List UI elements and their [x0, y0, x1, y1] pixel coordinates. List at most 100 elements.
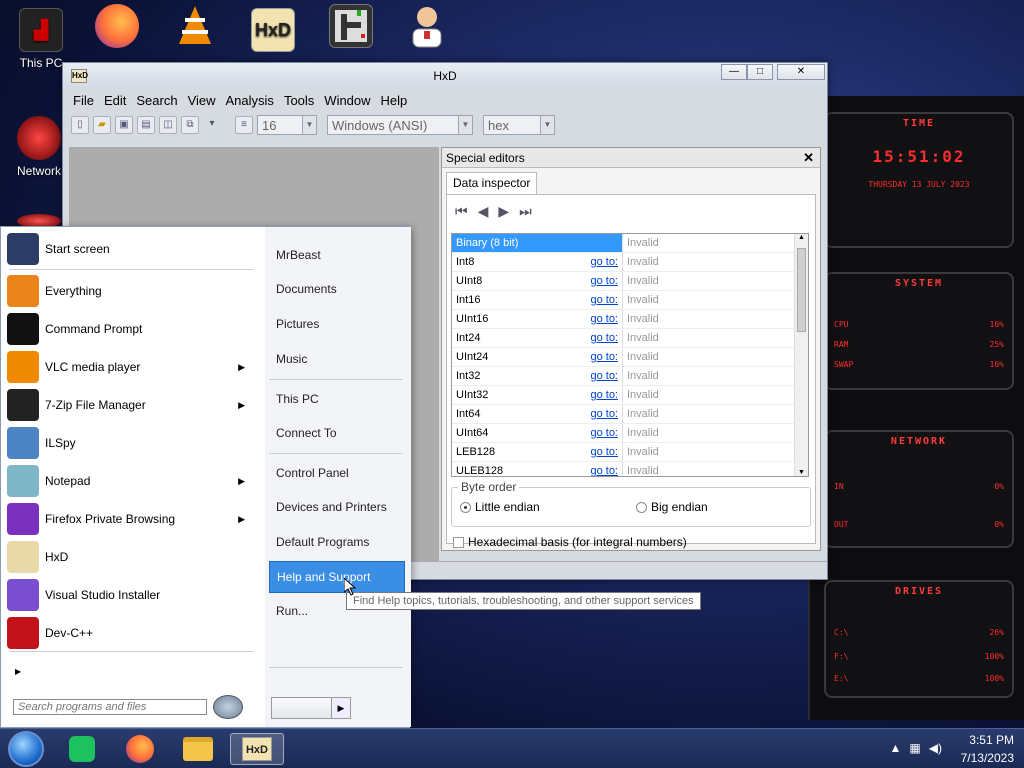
goto-link[interactable]: go to:: [582, 443, 622, 461]
table-row[interactable]: ULEB128 go to: Invalid: [452, 462, 808, 476]
minimize-button[interactable]: —: [721, 64, 747, 80]
taskbar-firefox[interactable]: [118, 733, 162, 765]
disk-icon[interactable]: ▤: [137, 116, 155, 134]
table-row[interactable]: Int8 go to: Invalid: [452, 253, 808, 272]
goto-link[interactable]: go to:: [582, 310, 622, 328]
start-menu-item[interactable]: Visual Studio Installer: [7, 577, 255, 613]
table-row[interactable]: Int16 go to: Invalid: [452, 291, 808, 310]
goto-link[interactable]: go to:: [582, 405, 622, 423]
ram-icon[interactable]: ◫: [159, 116, 177, 134]
first-icon[interactable]: ⏮: [455, 203, 468, 220]
goto-link[interactable]: go to:: [582, 291, 622, 309]
goto-link[interactable]: go to:: [582, 462, 622, 476]
table-row[interactable]: UInt32 go to: Invalid: [452, 386, 808, 405]
big-endian-radio[interactable]: Big endian: [636, 500, 708, 514]
desktop-icon-this-pc[interactable]: ▟ This PC: [6, 8, 76, 70]
menu-file[interactable]: File: [73, 93, 94, 108]
menu-search[interactable]: Search: [136, 93, 177, 108]
close-icon[interactable]: ✕: [803, 150, 814, 166]
charset-select[interactable]: Windows (ANSI) ▼: [327, 115, 473, 135]
start-menu-link[interactable]: Documents: [269, 273, 405, 305]
little-endian-radio[interactable]: Little endian: [460, 500, 540, 514]
table-row[interactable]: Int64 go to: Invalid: [452, 405, 808, 424]
network-icon[interactable]: ▦: [909, 741, 920, 755]
desktop-icon-hxd[interactable]: HxD: [238, 8, 308, 56]
table-row[interactable]: Int24 go to: Invalid: [452, 329, 808, 348]
scroll-down-icon[interactable]: ▼: [795, 469, 808, 476]
search-input[interactable]: [13, 699, 207, 715]
start-menu-item[interactable]: ILSpy: [7, 425, 255, 461]
scroll-thumb[interactable]: [797, 248, 806, 332]
bytes-per-row-select[interactable]: 16 ▼: [257, 115, 317, 135]
clock[interactable]: 3:51 PM 7/13/2023: [961, 731, 1014, 767]
desktop-icon-doctor[interactable]: [392, 4, 462, 52]
taskbar-notes[interactable]: [60, 733, 104, 765]
start-menu-link[interactable]: Music: [269, 343, 405, 375]
desktop-icon-firefox[interactable]: [82, 4, 152, 52]
start-menu-link[interactable]: This PC: [269, 383, 405, 415]
table-row[interactable]: UInt24 go to: Invalid: [452, 348, 808, 367]
start-menu-item[interactable]: Start screen: [7, 231, 255, 267]
title-bar[interactable]: HxD HxD — □ ✕: [63, 63, 827, 89]
display-mode-select[interactable]: hex ▼: [483, 115, 555, 135]
dropdown-arrow-icon[interactable]: ▾: [203, 116, 221, 134]
last-icon[interactable]: ⏭: [519, 203, 532, 220]
start-menu-item[interactable]: Everything: [7, 273, 255, 309]
hex-basis-checkbox[interactable]: Hexadecimal basis (for integral numbers): [453, 535, 687, 549]
start-menu-link[interactable]: Connect To: [269, 417, 405, 449]
start-menu-item[interactable]: Command Prompt: [7, 311, 255, 347]
value-cell[interactable]: Invalid: [622, 310, 808, 328]
start-menu-link[interactable]: Devices and Printers: [269, 491, 405, 523]
value-cell[interactable]: Invalid: [622, 329, 808, 347]
menu-help[interactable]: Help: [381, 93, 408, 108]
start-menu-link[interactable]: MrBeast: [269, 239, 405, 271]
close-button[interactable]: ✕: [777, 64, 825, 80]
menu-edit[interactable]: Edit: [104, 93, 126, 108]
search-icon[interactable]: [213, 695, 243, 719]
start-menu-item[interactable]: VLC media player ▶: [7, 349, 255, 385]
taskbar-hxd[interactable]: HxD: [230, 733, 284, 765]
start-button[interactable]: [8, 731, 44, 767]
value-cell[interactable]: Invalid: [622, 291, 808, 309]
start-menu-link[interactable]: Default Programs: [269, 526, 405, 558]
open-folder-icon[interactable]: ▰: [93, 116, 111, 134]
goto-link[interactable]: go to:: [582, 367, 622, 385]
goto-link[interactable]: [582, 234, 622, 252]
value-cell[interactable]: Invalid: [622, 405, 808, 423]
taskbar-explorer[interactable]: [176, 733, 220, 765]
scroll-up-icon[interactable]: ▲: [795, 234, 808, 241]
start-menu-item[interactable]: Firefox Private Browsing ▶: [7, 501, 255, 537]
value-cell[interactable]: Invalid: [622, 253, 808, 271]
start-menu-link[interactable]: Help and Support: [269, 561, 405, 593]
start-menu-item[interactable]: HxD: [7, 539, 255, 575]
goto-link[interactable]: go to:: [582, 424, 622, 442]
tab-data-inspector[interactable]: Data inspector: [446, 172, 538, 194]
new-file-icon[interactable]: ▯: [71, 116, 89, 134]
value-cell[interactable]: Invalid: [622, 386, 808, 404]
maximize-button[interactable]: □: [747, 64, 773, 80]
start-menu-item[interactable]: Notepad ▶: [7, 463, 255, 499]
menu-view[interactable]: View: [188, 93, 216, 108]
start-menu-item[interactable]: Dev-C++: [7, 615, 255, 651]
start-menu-link[interactable]: Pictures: [269, 308, 405, 340]
start-menu-item[interactable]: 7-Zip File Manager ▶: [7, 387, 255, 423]
table-row[interactable]: Binary (8 bit) Invalid: [452, 234, 808, 253]
shutdown-options-icon[interactable]: ▶: [331, 697, 351, 719]
value-cell[interactable]: Invalid: [622, 348, 808, 366]
desktop-icon-app[interactable]: [316, 4, 386, 52]
value-cell[interactable]: Invalid: [622, 424, 808, 442]
menu-analysis[interactable]: Analysis: [226, 93, 274, 108]
copy-icon[interactable]: ⧉: [181, 116, 199, 134]
all-programs-arrow-icon[interactable]: ▶: [15, 667, 21, 676]
goto-link[interactable]: go to:: [582, 348, 622, 366]
table-row[interactable]: LEB128 go to: Invalid: [452, 443, 808, 462]
table-row[interactable]: UInt16 go to: Invalid: [452, 310, 808, 329]
goto-link[interactable]: go to:: [582, 272, 622, 290]
table-row[interactable]: UInt64 go to: Invalid: [452, 424, 808, 443]
prev-icon[interactable]: ◀: [478, 203, 489, 220]
menu-tools[interactable]: Tools: [284, 93, 314, 108]
value-cell[interactable]: Invalid: [622, 234, 808, 252]
next-icon[interactable]: ▶: [498, 203, 509, 220]
table-row[interactable]: Int32 go to: Invalid: [452, 367, 808, 386]
table-row[interactable]: UInt8 go to: Invalid: [452, 272, 808, 291]
